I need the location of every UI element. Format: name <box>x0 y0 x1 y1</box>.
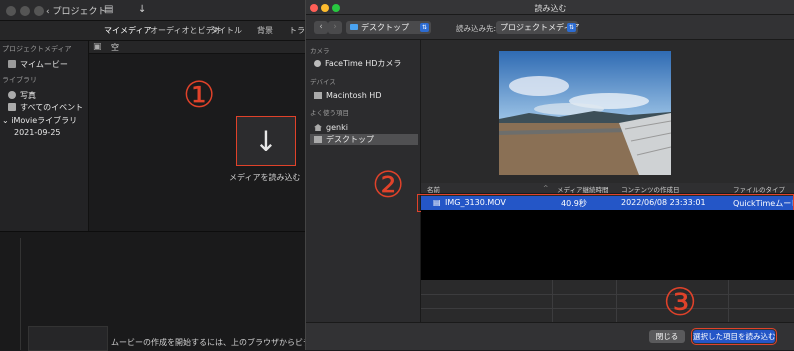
down-arrow-icon: ↓ <box>254 124 278 158</box>
sort-chevron-icon: ^ <box>543 184 549 192</box>
import-media-button[interactable]: ↓ <box>236 116 296 166</box>
chevron-left-icon: ‹ <box>46 7 50 17</box>
stadium-photo <box>499 51 671 175</box>
sidebar-section-camera: カメラ <box>310 47 330 55</box>
sidebar-item-all-events[interactable]: すべてのイベント <box>8 102 83 113</box>
tab-backgrounds[interactable]: 背景 <box>257 25 273 36</box>
import-down-arrow-icon[interactable]: ↓ <box>138 4 146 15</box>
annotation-step-2: ② <box>372 165 405 206</box>
sidebar-item-photos[interactable]: 写真 <box>8 90 36 101</box>
folder-icon <box>350 24 358 30</box>
sidebar-section-devices: デバイス <box>310 78 336 86</box>
import-media-label: メディアを読み込む <box>229 173 301 182</box>
table-empty-rows <box>421 280 794 322</box>
column-divider <box>728 280 729 322</box>
sidebar-item-desktop[interactable]: デスクトップ <box>310 134 418 145</box>
nav-forward-button[interactable]: › <box>328 21 342 34</box>
sidebar-section-library: ライブラリ <box>2 76 37 84</box>
tab-transitions[interactable]: トラ <box>289 25 305 36</box>
camera-icon <box>314 60 321 67</box>
dialog-close-button[interactable] <box>310 4 318 12</box>
chevron-right-icon: › <box>333 22 337 32</box>
dialog-zoom-button[interactable] <box>332 4 340 12</box>
column-header-name[interactable]: 名前 <box>427 184 440 194</box>
column-header-created[interactable]: コンテンツの作成日 <box>621 184 680 194</box>
column-header-duration[interactable]: メディア継続時間 <box>557 184 609 194</box>
import-selected-button[interactable]: 選択した項目を読み込む <box>691 328 777 345</box>
back-to-projects-button[interactable]: ‹ プロジェクト <box>46 4 107 17</box>
column-header-type[interactable]: ファイルのタイプ <box>733 184 785 194</box>
timeline-track-placeholder <box>28 326 108 351</box>
tab-titles[interactable]: タイトル <box>210 25 242 36</box>
playhead-line <box>20 238 21 350</box>
media-browser-header: ▣ 空 <box>89 41 305 54</box>
import-dialog: 読み込む ‹ › デスクトップ ⇅ 読み込み先: プロジェクトメディア ⇅ カメ… <box>305 0 794 350</box>
hard-drive-icon <box>314 92 322 99</box>
dialog-toolbar: ‹ › デスクトップ ⇅ 読み込み先: プロジェクトメディア ⇅ <box>306 15 794 40</box>
annotation-step-1: ① <box>183 75 216 116</box>
timeline <box>0 231 305 351</box>
sidebar-item-my-movie[interactable]: マイムービー <box>8 59 68 70</box>
events-icon <box>8 103 16 111</box>
import-to-popup[interactable]: プロジェクトメディア ⇅ <box>496 21 579 34</box>
sidebar-item-genki[interactable]: genki <box>314 122 348 133</box>
media-header-label: 空 <box>111 43 119 52</box>
import-to-label: 読み込み先: <box>456 24 497 33</box>
desktop-icon <box>314 136 322 143</box>
sidebar-item-imovie-library[interactable]: ⌄ iMovieライブラリ <box>2 115 77 126</box>
video-preview-thumbnail <box>499 51 671 175</box>
column-divider <box>616 280 617 322</box>
chevron-left-icon: ‹ <box>319 22 323 32</box>
home-icon <box>314 124 322 131</box>
tab-my-media[interactable]: マイメディア <box>104 25 151 36</box>
sidebar-section-project-media: プロジェクトメディア <box>2 45 72 53</box>
disclosure-chevron-icon: ⌄ <box>2 116 9 125</box>
chevron-updown-icon: ⇅ <box>420 23 429 32</box>
sidebar-section-favorites: よく使う項目 <box>310 109 349 117</box>
film-icon <box>8 60 16 68</box>
dialog-minimize-button[interactable] <box>321 4 329 12</box>
nav-back-button[interactable]: ‹ <box>314 21 328 34</box>
column-divider <box>552 280 553 322</box>
row-divider <box>421 308 794 309</box>
timeline-hint-text: ムービーの作成を開始するには、上のブラウザからビデ <box>111 338 311 347</box>
sidebar-toggle-icon[interactable]: ▣ <box>93 42 102 52</box>
location-popup[interactable]: デスクトップ ⇅ <box>346 21 431 34</box>
annotation-step-3: ③ <box>663 280 698 324</box>
sidebar-item-event-date[interactable]: 2021-09-25 <box>14 128 61 137</box>
photos-icon <box>8 91 16 99</box>
close-window-button[interactable] <box>6 6 16 16</box>
library-sidebar: プロジェクトメディア マイムービー ライブラリ 写真 すべてのイベント ⌄ iM… <box>0 41 89 231</box>
zoom-window-button[interactable] <box>34 6 44 16</box>
file-table-header: 名前 ^ メディア継続時間 コンテンツの作成日 ファイルのタイプ <box>421 183 794 194</box>
chevron-updown-icon: ⇅ <box>567 23 576 32</box>
sidebar-item-macintosh-hd[interactable]: Macintosh HD <box>314 90 381 101</box>
row-divider <box>421 294 794 295</box>
media-browser-icon[interactable]: ▤ <box>104 4 113 15</box>
table-empty-area <box>421 210 794 280</box>
dialog-title: 読み込む <box>306 0 794 15</box>
minimize-window-button[interactable] <box>20 6 30 16</box>
close-dialog-button[interactable]: 閉じる <box>649 330 685 343</box>
sidebar-item-facetime[interactable]: FaceTime HDカメラ <box>314 58 401 69</box>
